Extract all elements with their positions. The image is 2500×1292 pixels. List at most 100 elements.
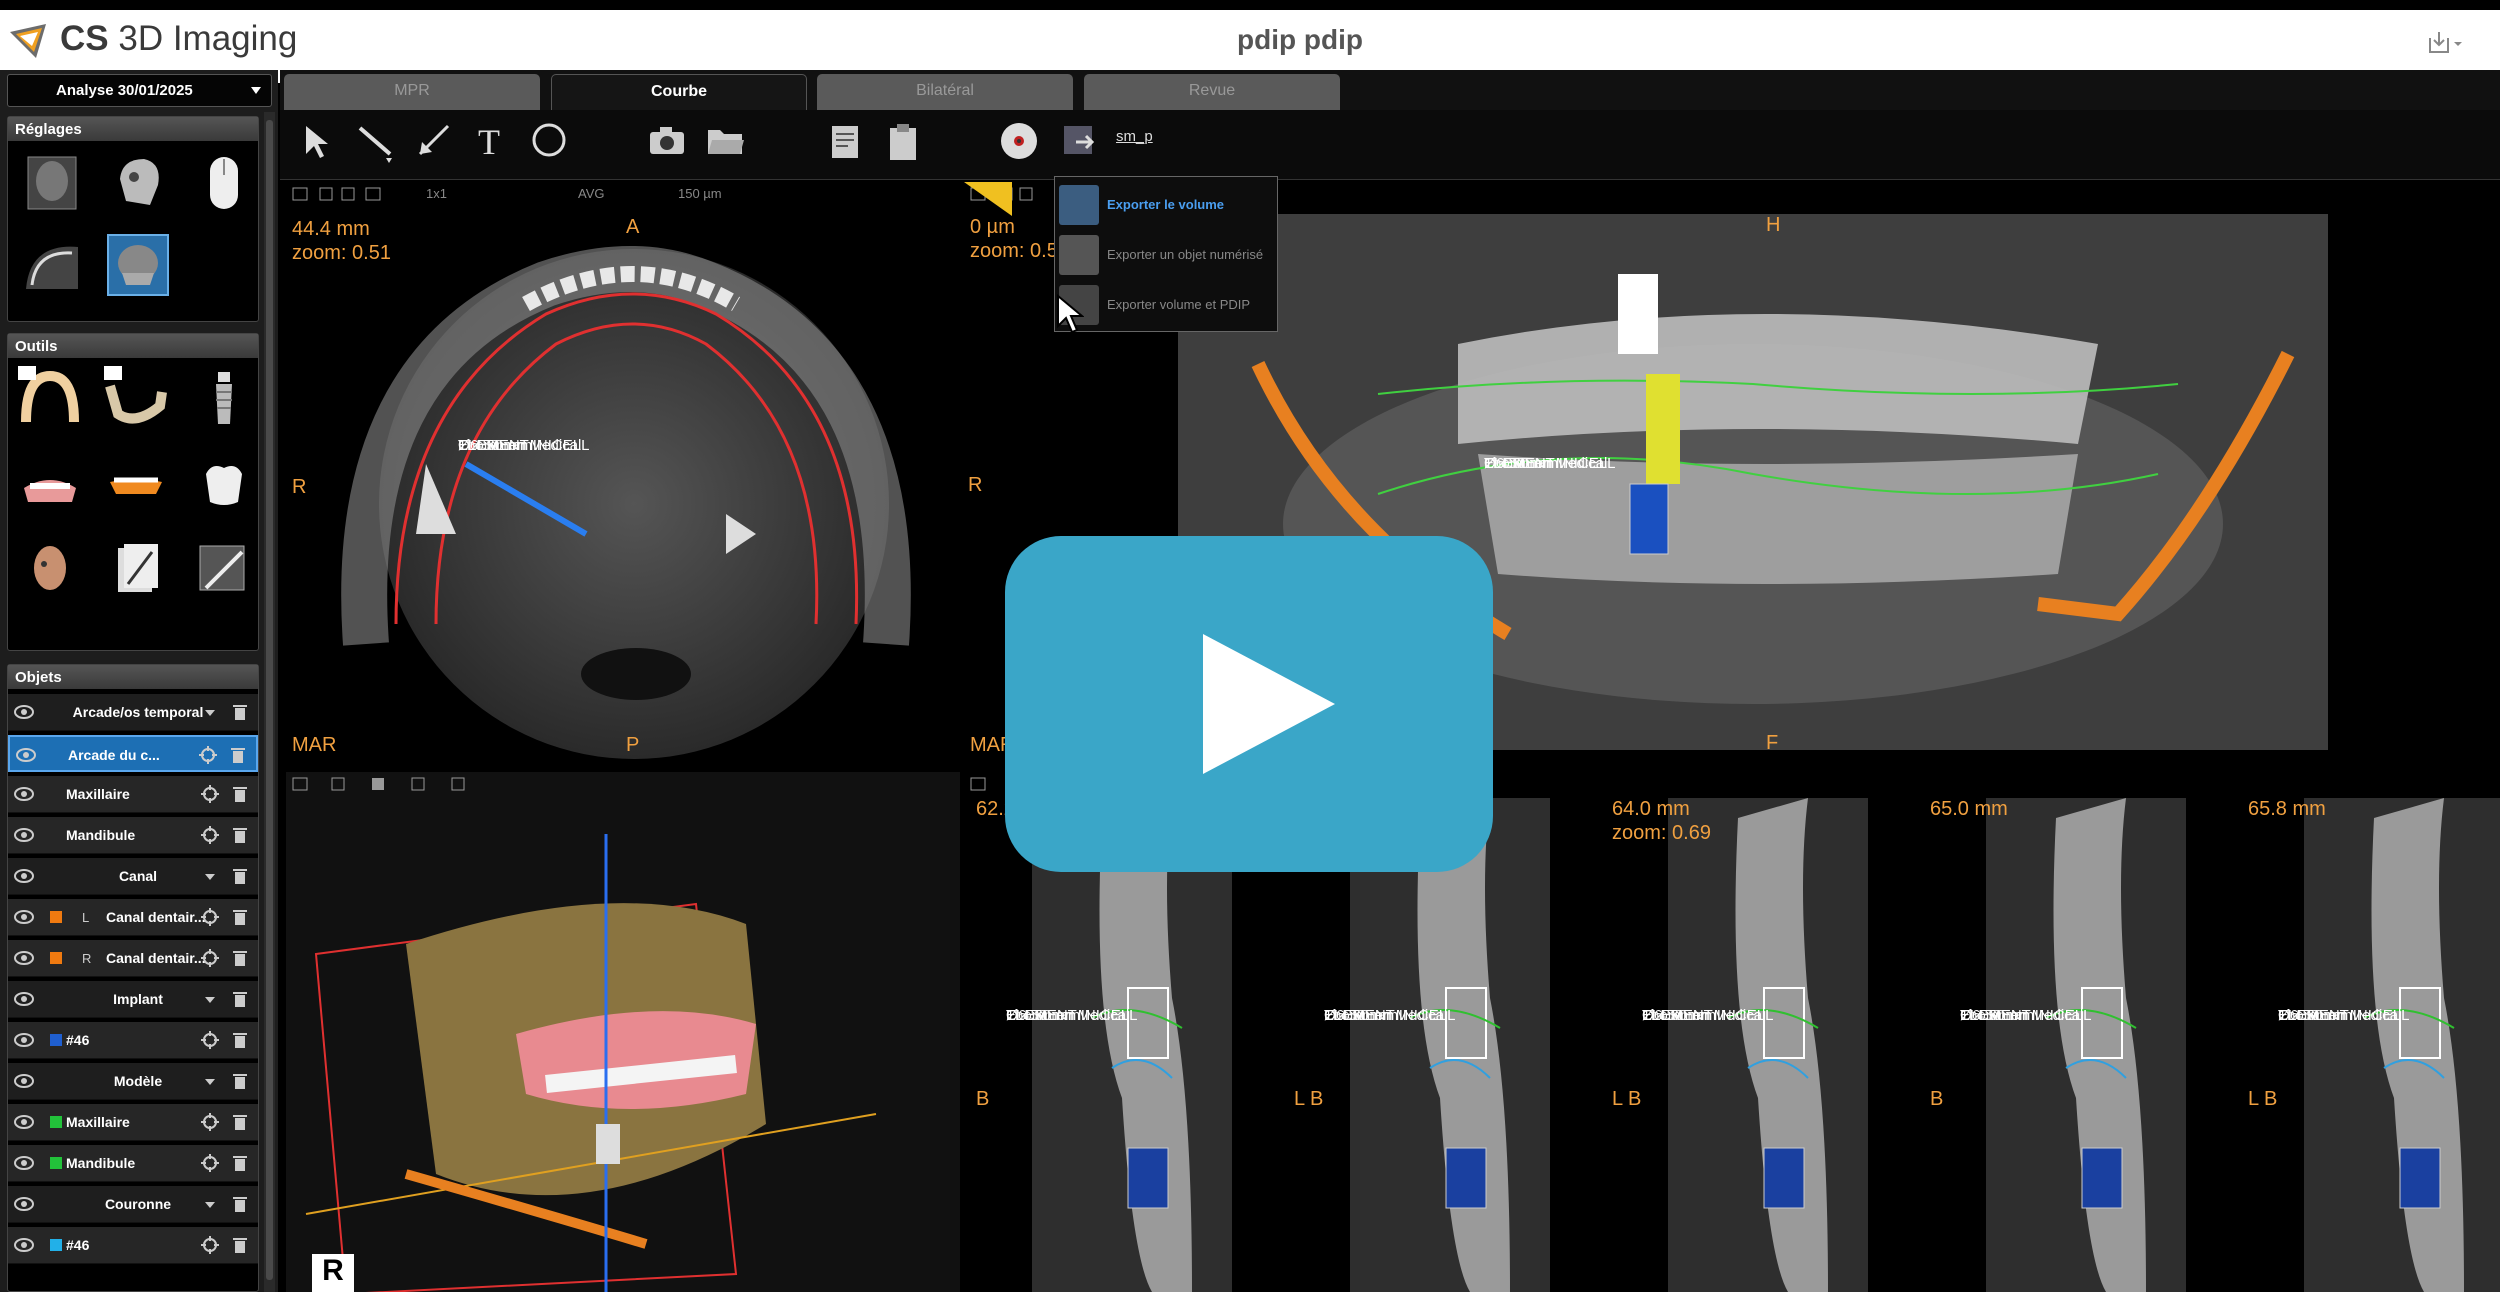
trash-icon[interactable] <box>230 702 250 722</box>
color-swatch[interactable] <box>50 911 62 923</box>
export-scanned-object-item[interactable]: Exporter un objet numérisé <box>1059 231 1273 277</box>
pointer-tool-icon[interactable] <box>292 118 338 164</box>
volume-3d-viewport[interactable]: R <box>286 772 960 1292</box>
trash-icon[interactable] <box>230 907 250 927</box>
arrow-tool-icon[interactable] <box>410 118 456 164</box>
annotation-tool-icon[interactable] <box>192 538 256 602</box>
trash-icon[interactable] <box>230 1112 250 1132</box>
video-play-icon[interactable] <box>1005 536 1493 872</box>
object-group-row[interactable]: Modèle <box>8 1063 258 1100</box>
eye-icon[interactable] <box>14 1033 34 1047</box>
eye-icon[interactable] <box>14 1074 34 1088</box>
cross-section-tile[interactable]: 64.0 mm zoom: 0.69 L B Thommen Medical ELEME… <box>1608 798 1918 1292</box>
open-folder-icon[interactable] <box>702 118 748 164</box>
trash-icon[interactable] <box>230 1153 250 1173</box>
skull-front-view-icon[interactable] <box>20 151 84 215</box>
axial-viewport[interactable]: 1x1 AVG 150 µm 44.4 mm zoom: 0.51 A R MA… <box>286 182 960 768</box>
locate-icon[interactable] <box>200 948 220 968</box>
trash-icon[interactable] <box>230 1194 250 1214</box>
tab-mpr[interactable]: MPR <box>284 74 540 110</box>
object-group-row[interactable]: Implant <box>8 981 258 1018</box>
object-item-row[interactable]: Mandibule <box>8 817 258 854</box>
avg-label[interactable]: AVG <box>578 186 605 201</box>
report-pages-icon[interactable] <box>104 538 168 602</box>
crown-icon[interactable] <box>192 452 256 516</box>
trash-icon[interactable] <box>230 825 250 845</box>
circle-tool-icon[interactable] <box>526 118 572 164</box>
export-volume-pdip-item[interactable]: Exporter volume et PDIP <box>1059 281 1273 327</box>
locate-icon[interactable] <box>198 745 218 765</box>
cross-tools-icon[interactable] <box>970 776 1010 792</box>
export-volume-item[interactable]: Exporter le volume <box>1059 181 1273 227</box>
tab-revue[interactable]: Revue <box>1084 74 1340 110</box>
trash-icon[interactable] <box>230 989 250 1009</box>
object-item-row[interactable]: #46 <box>8 1022 258 1059</box>
locate-icon[interactable] <box>200 1030 220 1050</box>
locate-icon[interactable] <box>200 1235 220 1255</box>
gum-model-icon[interactable] <box>18 452 82 516</box>
color-swatch[interactable] <box>50 952 62 964</box>
trash-icon[interactable] <box>230 1071 250 1091</box>
chevron-down-icon[interactable] <box>200 866 220 886</box>
color-swatch[interactable] <box>50 1157 62 1169</box>
report-edit-icon[interactable] <box>822 118 868 164</box>
cross-section-tile[interactable]: 65.0 mm B Thommen Medical ELEMENT INICELL L … <box>1926 798 2236 1292</box>
orientation-cube[interactable]: R <box>312 1254 354 1292</box>
eye-icon[interactable] <box>14 1156 34 1170</box>
object-group-row[interactable]: Canal <box>8 858 258 895</box>
sidebar-scroll-thumb[interactable] <box>266 120 273 1280</box>
object-item-row[interactable]: Arcade du c... <box>8 735 258 772</box>
eye-icon[interactable] <box>14 828 34 842</box>
cross-section-tile[interactable]: 65.8 mm L B Thommen Medical ELEMENT INICELL… <box>2244 798 2500 1292</box>
skull-xray-selected-icon[interactable] <box>106 233 170 297</box>
object-item-row[interactable]: Maxillaire <box>8 776 258 813</box>
locate-icon[interactable] <box>200 1112 220 1132</box>
trash-icon[interactable] <box>230 784 250 804</box>
analysis-selector[interactable]: Analyse 30/01/2025 <box>7 74 272 107</box>
export-menu-icon[interactable] <box>2424 28 2464 58</box>
object-item-row[interactable]: Mandibule <box>8 1145 258 1182</box>
line-measure-icon[interactable] <box>352 118 398 164</box>
cross-section-tile[interactable]: 62.2 mmBThommen MedicalELEMENT INICELLL … <box>972 798 1282 1292</box>
cross-section-tile[interactable]: 63.1 mmL BThommen MedicalELEMENT INICELL… <box>1290 798 1600 1292</box>
locate-icon[interactable] <box>200 825 220 845</box>
smooth-label[interactable]: sm_p <box>1116 128 1153 145</box>
eye-icon[interactable] <box>14 869 34 883</box>
eye-icon[interactable] <box>16 748 36 762</box>
eye-icon[interactable] <box>14 1238 34 1252</box>
camera-icon[interactable] <box>644 118 690 164</box>
xray-cone-icon[interactable] <box>20 233 84 297</box>
object-item-row[interactable]: #46 <box>8 1227 258 1264</box>
export-tool-icon[interactable] <box>1056 118 1102 164</box>
splint-icon[interactable] <box>104 452 168 516</box>
skull-3d-view-icon[interactable] <box>106 151 170 215</box>
object-group-row[interactable]: Arcade/os temporal <box>8 694 258 731</box>
object-item-row[interactable]: R Canal dentair... <box>8 940 258 977</box>
locate-icon[interactable] <box>200 784 220 804</box>
tab-courbe[interactable]: Courbe <box>551 74 807 110</box>
burn-disc-icon[interactable] <box>996 118 1042 164</box>
trash-icon[interactable] <box>230 866 250 886</box>
arch-all-icon[interactable] <box>18 366 82 430</box>
volume-tools-icon[interactable] <box>292 776 532 792</box>
trash-icon[interactable] <box>230 948 250 968</box>
locate-icon[interactable] <box>200 1153 220 1173</box>
color-swatch[interactable] <box>50 1116 62 1128</box>
eye-icon[interactable] <box>14 1197 34 1211</box>
tab-bilateral[interactable]: Bilatéral <box>817 74 1073 110</box>
trash-icon[interactable] <box>230 1235 250 1255</box>
text-tool-icon[interactable]: T <box>468 118 514 164</box>
eye-icon[interactable] <box>14 910 34 924</box>
chevron-down-icon[interactable] <box>200 702 220 722</box>
trash-icon[interactable] <box>228 745 248 765</box>
chevron-down-icon[interactable] <box>200 1071 220 1091</box>
color-swatch[interactable] <box>50 1239 62 1251</box>
eye-icon[interactable] <box>14 992 34 1006</box>
mandible-all-icon[interactable] <box>104 366 168 430</box>
face-scan-icon[interactable] <box>18 538 82 602</box>
chevron-down-icon[interactable] <box>200 989 220 1009</box>
color-swatch[interactable] <box>50 1034 62 1046</box>
mouse-icon[interactable] <box>192 151 256 215</box>
viewport-tools-icon[interactable] <box>292 186 432 202</box>
implant-icon[interactable] <box>192 366 256 430</box>
